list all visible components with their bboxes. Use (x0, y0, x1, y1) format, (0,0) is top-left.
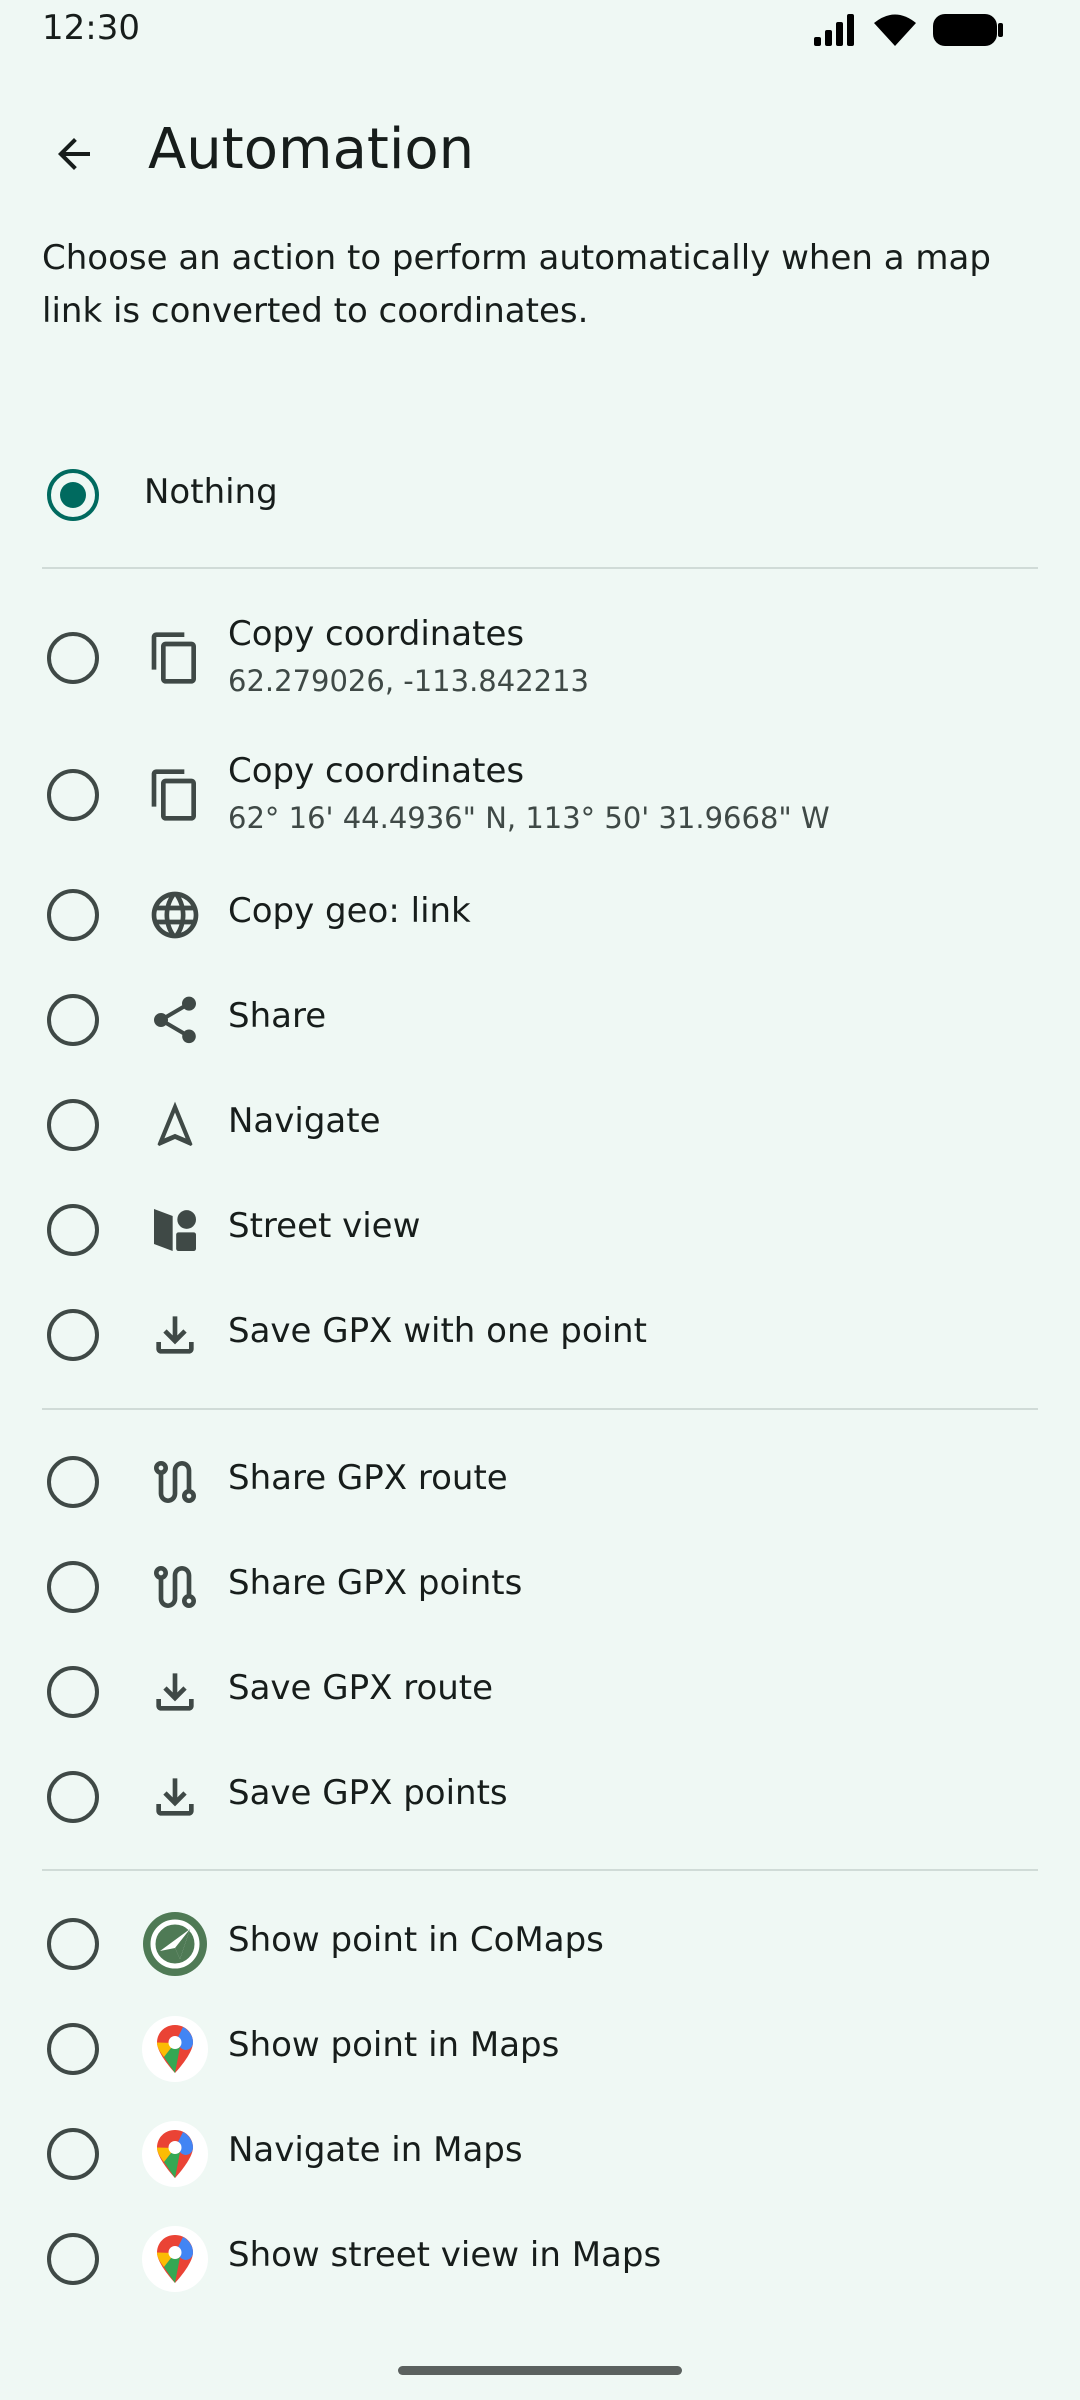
option-label: Nothing (144, 472, 278, 512)
radio-copy-geo-link[interactable] (47, 889, 99, 941)
route-icon (140, 1447, 210, 1517)
route-icon (140, 1552, 210, 1622)
option-navigate-maps[interactable]: Navigate in Maps (0, 2114, 1080, 2194)
option-label: Share GPX route (228, 1458, 508, 1498)
download-icon (140, 1300, 210, 1370)
arrow-back-icon (58, 138, 90, 170)
page-description: Choose an action to perform automaticall… (42, 238, 991, 331)
page-title: Automation (148, 117, 475, 182)
google-maps-logo-icon (140, 2119, 210, 2189)
divider (42, 567, 1038, 569)
option-label: Save GPX route (228, 1668, 494, 1708)
download-icon (140, 1762, 210, 1832)
status-icons (812, 12, 1004, 48)
option-label: Save GPX points (228, 1773, 508, 1813)
google-maps-logo-icon (140, 2224, 210, 2294)
radio-street-view-maps[interactable] (47, 2233, 99, 2285)
google-maps-logo-icon (140, 2014, 210, 2084)
option-street-view[interactable]: Street view (0, 1190, 1080, 1270)
signal-icon (814, 14, 854, 46)
home-indicator[interactable] (398, 2366, 682, 2375)
option-copy-coordinates-dms[interactable]: Copy coordinates 62° 16' 44.4936" N, 113… (0, 741, 1080, 849)
option-label: Navigate in Maps (228, 2130, 523, 2170)
copy-icon (140, 623, 210, 693)
radio-copy-coordinates-dms[interactable] (47, 769, 99, 821)
download-icon (140, 1657, 210, 1727)
radio-nothing[interactable] (47, 469, 99, 521)
option-label: Share GPX points (228, 1563, 523, 1603)
option-label: Copy coordinates (228, 751, 525, 791)
status-time: 12:30 (42, 8, 140, 48)
option-navigate[interactable]: Navigate (0, 1085, 1080, 1165)
option-show-point-comaps[interactable]: Show point in CoMaps (0, 1904, 1080, 1984)
divider (42, 1408, 1038, 1410)
option-copy-geo-link[interactable]: Copy geo: link (0, 875, 1080, 955)
option-label: Show street view in Maps (228, 2235, 662, 2275)
radio-save-gpx-one-point[interactable] (47, 1309, 99, 1361)
option-save-gpx-points[interactable]: Save GPX points (0, 1757, 1080, 1837)
option-label: Save GPX with one point (228, 1311, 647, 1351)
option-label: Share (228, 996, 327, 1036)
option-share-gpx-points[interactable]: Share GPX points (0, 1547, 1080, 1627)
battery-icon (933, 14, 1003, 46)
radio-share-gpx-route[interactable] (47, 1456, 99, 1508)
copy-icon (140, 760, 210, 830)
status-bar: 12:30 (0, 0, 1080, 64)
option-label: Show point in Maps (228, 2025, 560, 2065)
radio-share[interactable] (47, 994, 99, 1046)
option-save-gpx-route[interactable]: Save GPX route (0, 1652, 1080, 1732)
street-view-icon (140, 1195, 210, 1265)
navigation-arrow-icon (140, 1090, 210, 1160)
option-copy-coordinates-decimal[interactable]: Copy coordinates 62.279026, -113.842213 (0, 604, 1080, 712)
option-save-gpx-one-point[interactable]: Save GPX with one point (0, 1295, 1080, 1375)
radio-share-gpx-points[interactable] (47, 1561, 99, 1613)
option-label: Copy geo: link (228, 891, 471, 931)
top-app-bar: Automation (0, 90, 1080, 206)
radio-navigate[interactable] (47, 1099, 99, 1151)
radio-save-gpx-points[interactable] (47, 1771, 99, 1823)
option-label: Street view (228, 1206, 421, 1246)
back-button[interactable] (32, 112, 116, 196)
option-street-view-maps[interactable]: Show street view in Maps (0, 2219, 1080, 2299)
option-nothing[interactable]: Nothing (0, 450, 1080, 540)
share-icon (140, 985, 210, 1055)
option-share-gpx-route[interactable]: Share GPX route (0, 1442, 1080, 1522)
option-sublabel: 62° 16' 44.4936" N, 113° 50' 31.9668" W (228, 801, 830, 835)
option-label: Copy coordinates (228, 614, 525, 654)
divider (42, 1869, 1038, 1871)
comaps-logo-icon (140, 1909, 210, 1979)
option-label: Navigate (228, 1101, 381, 1141)
radio-copy-coordinates-decimal[interactable] (47, 632, 99, 684)
radio-show-point-maps[interactable] (47, 2023, 99, 2075)
radio-street-view[interactable] (47, 1204, 99, 1256)
option-share[interactable]: Share (0, 980, 1080, 1060)
wifi-icon (874, 14, 916, 46)
globe-icon (140, 880, 210, 950)
option-sublabel: 62.279026, -113.842213 (228, 664, 589, 698)
radio-navigate-maps[interactable] (47, 2128, 99, 2180)
option-label: Show point in CoMaps (228, 1920, 604, 1960)
option-show-point-maps[interactable]: Show point in Maps (0, 2009, 1080, 2089)
radio-save-gpx-route[interactable] (47, 1666, 99, 1718)
radio-show-point-comaps[interactable] (47, 1918, 99, 1970)
